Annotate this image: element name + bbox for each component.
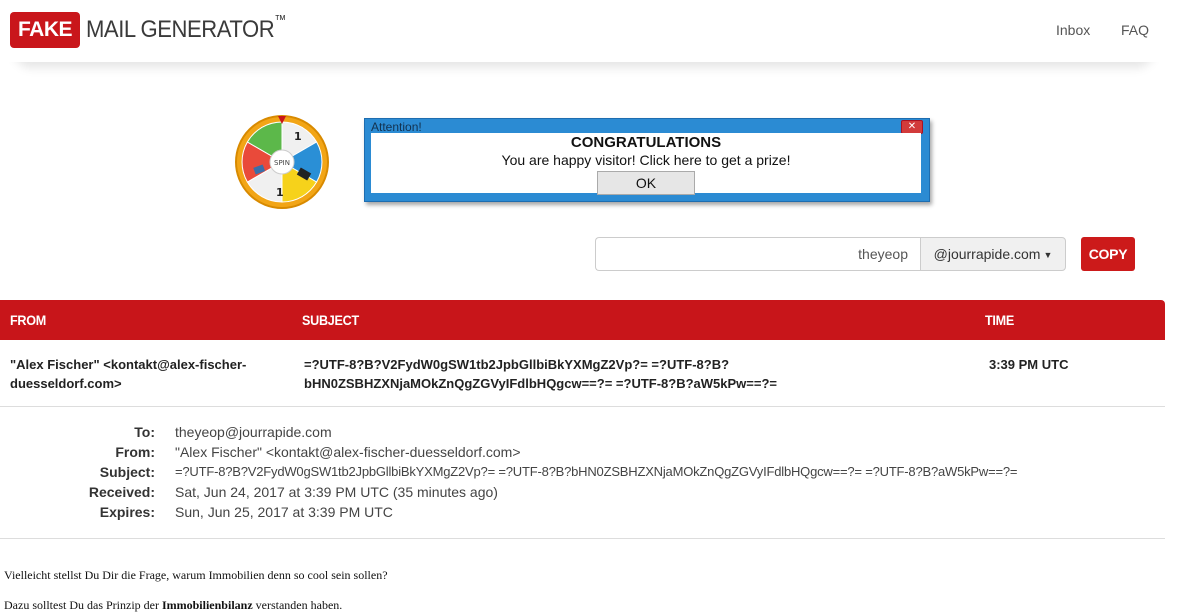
subject-label: Subject:	[99, 464, 155, 480]
popup-heading: CONGRATULATIONS	[570, 134, 722, 151]
table-row[interactable]: "Alex Fischer" <kontakt@alex-fischer-due…	[0, 340, 1165, 407]
body-bold-text: Immobilienbilanz	[161, 598, 253, 612]
svg-text:1: 1	[276, 186, 284, 199]
caret-down-icon: ▼	[1043, 250, 1053, 260]
row-subject[interactable]: =?UTF-8?B?V2FydW0gSW1tb2JpbGllbiBkYXMgZ2…	[304, 355, 924, 393]
logo-fake-badge: FAKE	[10, 12, 81, 48]
received-value: Sat, Jun 24, 2017 at 3:39 PM UTC (35 min…	[175, 484, 498, 500]
fake-alert-popup[interactable]: Attention! ✕ CONGRATULATIONS You are hap…	[364, 118, 930, 202]
row-from[interactable]: "Alex Fischer" <kontakt@alex-fischer-due…	[10, 355, 290, 393]
username-input[interactable]: theyeop	[595, 237, 920, 271]
popup-body[interactable]: CONGRATULATIONS You are happy visitor! C…	[371, 133, 921, 195]
popup-ok-button[interactable]: OK	[597, 171, 695, 195]
subject-value: =?UTF-8?B?V2FydW0gSW1tb2JpbGllbiBkYXMgZ2…	[175, 464, 1018, 479]
column-header-subject: SUBJECT	[302, 312, 359, 328]
copy-button[interactable]: COPY	[1081, 237, 1135, 271]
message-body-paragraph: Dazu solltest Du das Prinzip der Immobil…	[4, 598, 342, 613]
close-icon[interactable]: ✕	[901, 120, 923, 134]
site-logo[interactable]: FAKE MAIL GENERATOR™	[10, 12, 303, 48]
popup-title: Attention!	[371, 120, 422, 134]
logo-trademark: ™	[274, 12, 286, 27]
message-details: To: theyeop@jourrapide.com From: "Alex F…	[0, 406, 1165, 539]
from-label: From:	[115, 444, 155, 460]
expires-label: Expires:	[99, 504, 155, 520]
site-header: FAKE MAIL GENERATOR™ Inbox FAQ	[0, 0, 1202, 62]
wheel-center-label: SPIN	[274, 159, 290, 167]
logo-text-main: MAIL GENERATOR	[86, 16, 275, 43]
domain-value: @jourrapide.com	[933, 246, 1041, 262]
inbox-table-header: FROM SUBJECT TIME	[0, 300, 1165, 340]
to-label: To:	[134, 424, 155, 440]
prize-wheel-icon: 1 1 SPIN	[235, 115, 329, 209]
popup-message[interactable]: You are happy visitor! Click here to get…	[371, 152, 921, 168]
from-value: "Alex Fischer" <kontakt@alex-fischer-due…	[175, 444, 521, 460]
expires-value: Sun, Jun 25, 2017 at 3:39 PM UTC	[175, 504, 393, 520]
message-body-paragraph: Vielleicht stellst Du Dir die Frage, war…	[4, 568, 388, 582]
nav-inbox-link[interactable]: Inbox	[1056, 22, 1090, 38]
column-header-time: TIME	[985, 312, 1015, 328]
column-header-from: FROM	[10, 312, 47, 328]
svg-text:1: 1	[294, 130, 302, 143]
body-text: Dazu solltest Du das Prinzip der	[4, 598, 162, 612]
ad-banner[interactable]: 1 1 SPIN Attention! ✕ CONGRATULATIONS Yo…	[216, 112, 936, 209]
body-text: verstanden haben.	[252, 598, 343, 612]
nav-faq-link[interactable]: FAQ	[1121, 22, 1149, 38]
address-form: theyeop @jourrapide.com ▼	[595, 237, 1066, 271]
logo-text: MAIL GENERATOR™	[86, 12, 286, 44]
row-time[interactable]: 3:39 PM UTC	[989, 355, 1068, 374]
received-label: Received:	[88, 484, 155, 500]
to-value: theyeop@jourrapide.com	[175, 424, 332, 440]
domain-select[interactable]: @jourrapide.com ▼	[920, 237, 1066, 271]
